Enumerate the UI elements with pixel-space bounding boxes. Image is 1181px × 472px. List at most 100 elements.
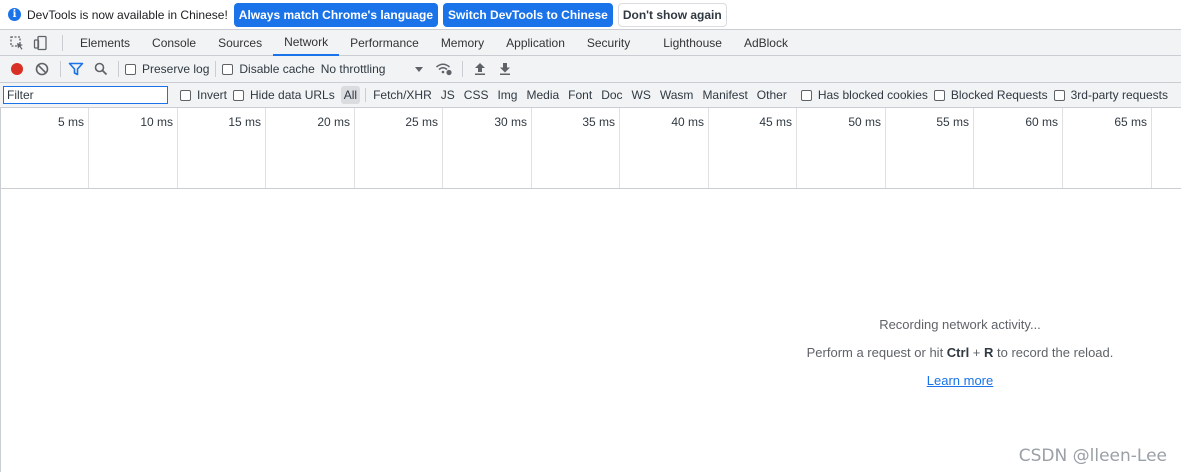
panel-tab-bar: Elements Console Sources Network Perform… — [0, 29, 1181, 56]
checkbox-box[interactable] — [180, 89, 191, 101]
filter-type-all[interactable]: All — [340, 86, 361, 104]
filter-type-font[interactable]: Font — [565, 86, 595, 104]
inspect-element-icon[interactable] — [8, 34, 26, 52]
timeline-tick: 50 ms — [797, 108, 886, 188]
device-toolbar-icon[interactable] — [32, 34, 50, 52]
r-key: R — [984, 345, 994, 360]
tab-application[interactable]: Application — [495, 30, 576, 56]
checkbox-box[interactable] — [1053, 89, 1065, 101]
timeline-tick: 10 ms — [89, 108, 178, 188]
timeline-tick: 20 ms — [266, 108, 355, 188]
tick-label: 5 ms — [57, 115, 84, 129]
filter-type-doc[interactable]: Doc — [598, 86, 625, 104]
timeline-tick: 60 ms — [974, 108, 1063, 188]
learn-more-link[interactable]: Learn more — [927, 373, 993, 388]
tick-label: 65 ms — [1114, 115, 1147, 129]
tick-label: 35 ms — [582, 115, 615, 129]
plus-sign: + — [969, 345, 985, 360]
hint-suffix: to record the reload. — [993, 345, 1114, 360]
tick-label: 10 ms — [140, 115, 173, 129]
timeline-tick: 25 ms — [355, 108, 443, 188]
invert-checkbox[interactable]: Invert — [180, 88, 227, 102]
filter-type-wasm[interactable]: Wasm — [657, 86, 697, 104]
checkbox-box[interactable] — [125, 63, 136, 75]
timeline-tick: 15 ms — [178, 108, 266, 188]
switch-to-chinese-button[interactable]: Switch DevTools to Chinese — [443, 2, 613, 27]
filter-type-media[interactable]: Media — [523, 86, 562, 104]
import-har-icon[interactable] — [469, 58, 491, 80]
tab-performance[interactable]: Performance — [339, 30, 430, 56]
dont-show-again-button[interactable]: Don't show again — [617, 2, 727, 27]
tab-label: Memory — [440, 35, 485, 50]
tick-label: 30 ms — [494, 115, 527, 129]
timeline-tick: 55 ms — [886, 108, 974, 188]
blocked-requests-checkbox[interactable]: Blocked Requests — [933, 88, 1048, 102]
checkbox-box[interactable] — [233, 89, 245, 101]
filter-divider — [365, 88, 367, 102]
filter-type-js[interactable]: JS — [438, 86, 458, 104]
tab-security[interactable]: Security — [576, 30, 641, 56]
panel-left-border — [0, 108, 1, 472]
hide-data-urls-checkbox[interactable]: Hide data URLs — [233, 88, 335, 102]
filter-input[interactable] — [3, 86, 168, 104]
tab-label: Elements — [80, 35, 131, 50]
empty-state: Recording network activity... Perform a … — [740, 316, 1180, 400]
watermark: CSDN @lleen-Lee — [1018, 446, 1167, 466]
tick-label: 20 ms — [317, 115, 350, 129]
tab-label: Security — [586, 35, 631, 50]
export-har-icon[interactable] — [494, 58, 516, 80]
record-button[interactable] — [6, 58, 28, 80]
has-blocked-cookies-checkbox[interactable]: Has blocked cookies — [800, 88, 928, 102]
tab-console[interactable]: Console — [141, 30, 207, 56]
tab-lighthouse[interactable]: Lighthouse — [641, 30, 733, 56]
preserve-log-checkbox[interactable]: Preserve log — [125, 62, 209, 76]
filter-type-css[interactable]: CSS — [461, 86, 492, 104]
filter-type-img[interactable]: Img — [494, 86, 520, 104]
timeline-overview[interactable]: 5 ms 10 ms 15 ms 20 ms 25 ms 30 ms 35 ms… — [0, 108, 1181, 189]
timeline-tick: 5 ms — [0, 108, 89, 188]
invert-label: Invert — [197, 88, 228, 102]
toolbar-divider — [118, 61, 119, 77]
tab-elements[interactable]: Elements — [69, 30, 141, 56]
toolbar-divider — [215, 61, 217, 77]
toolbar-divider — [462, 61, 464, 77]
tab-label: Console — [152, 35, 197, 50]
third-party-requests-checkbox[interactable]: 3rd-party requests — [1053, 88, 1168, 102]
tab-sources[interactable]: Sources — [207, 30, 273, 56]
disable-cache-checkbox[interactable]: Disable cache — [222, 62, 315, 76]
timeline-tick: 40 ms — [620, 108, 709, 188]
checkbox-box[interactable] — [222, 63, 234, 75]
throttling-select[interactable]: No throttling — [321, 62, 424, 76]
tab-memory[interactable]: Memory — [430, 30, 495, 56]
filter-type-manifest[interactable]: Manifest — [699, 86, 750, 104]
timeline-tick: 30 ms — [443, 108, 532, 188]
info-icon: i — [8, 8, 21, 21]
network-toolbar: Preserve log Disable cache No throttling — [0, 56, 1181, 83]
has-blocked-cookies-label: Has blocked cookies — [817, 88, 928, 102]
filter-type-other[interactable]: Other — [754, 86, 790, 104]
checkbox-box[interactable] — [933, 89, 945, 101]
tab-network[interactable]: Network — [273, 30, 340, 56]
always-match-language-button[interactable]: Always match Chrome's language — [233, 2, 439, 27]
tick-label: 40 ms — [671, 115, 704, 129]
chevron-down-icon — [415, 66, 424, 72]
search-icon[interactable] — [90, 58, 112, 80]
filter-icon[interactable] — [65, 58, 87, 80]
tab-label: Network — [284, 34, 329, 49]
checkbox-box[interactable] — [800, 89, 812, 101]
filter-type-fetch-xhr[interactable]: Fetch/XHR — [370, 86, 435, 104]
network-conditions-icon[interactable] — [433, 58, 455, 80]
timeline-tick: 45 ms — [709, 108, 797, 188]
filter-type-ws[interactable]: WS — [629, 86, 654, 104]
hide-data-urls-label: Hide data URLs — [250, 88, 335, 102]
filter-bar: Invert Hide data URLs All Fetch/XHR JS C… — [0, 83, 1181, 108]
tab-label: Performance — [350, 35, 419, 50]
tab-label: AdBlock — [743, 35, 788, 50]
tab-adblock[interactable]: AdBlock — [733, 30, 799, 56]
reload-hint: Perform a request or hit Ctrl + R to rec… — [740, 344, 1180, 372]
clear-icon[interactable] — [31, 58, 53, 80]
tick-label: 60 ms — [1025, 115, 1058, 129]
throttling-value: No throttling — [320, 62, 386, 76]
tick-label: 45 ms — [759, 115, 792, 129]
tab-label: Application — [506, 35, 565, 50]
